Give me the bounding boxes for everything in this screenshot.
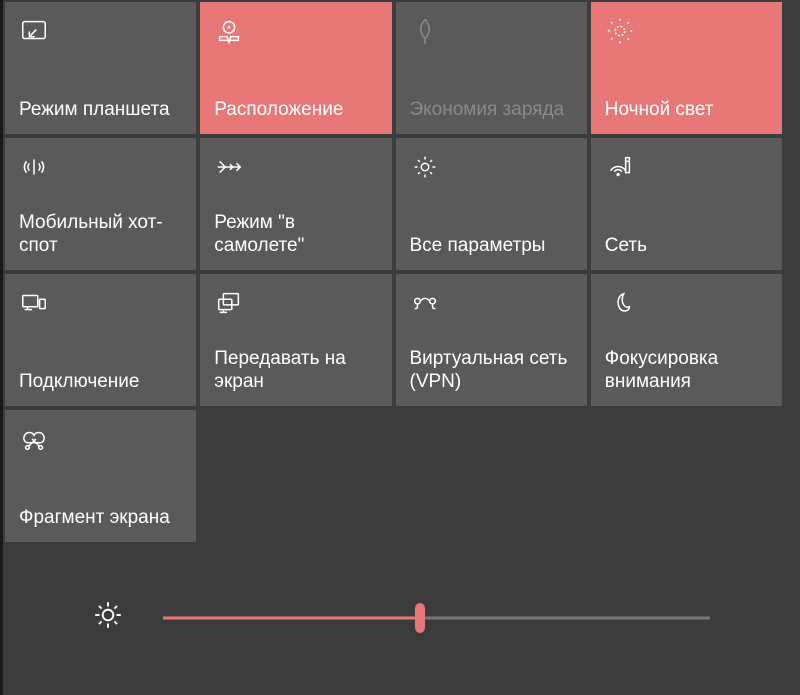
tile-airplane-mode[interactable]: Режим "в самолете" bbox=[200, 138, 391, 270]
tablet-icon bbox=[19, 14, 53, 48]
tile-label: Режим "в самолете" bbox=[214, 211, 377, 259]
airplane-icon bbox=[214, 150, 248, 184]
brightness-slider[interactable] bbox=[163, 606, 710, 630]
connect-icon bbox=[19, 286, 53, 320]
tile-battery-saver[interactable]: Экономия заряда bbox=[396, 2, 587, 134]
tile-night-light[interactable]: Ночной свет bbox=[591, 2, 782, 134]
tile-project[interactable]: Передавать на экран bbox=[200, 274, 391, 406]
tile-screen-snip[interactable]: Фрагмент экрана bbox=[5, 410, 196, 542]
location-icon bbox=[214, 14, 248, 48]
vpn-icon bbox=[410, 286, 444, 320]
tile-label: Фрагмент экрана bbox=[19, 506, 182, 530]
tile-label: Расположение bbox=[214, 98, 377, 122]
action-center-panel: Режим планшета Расположение Экономия зар… bbox=[0, 0, 800, 695]
leaf-icon bbox=[410, 14, 444, 48]
tile-label: Подключение bbox=[19, 370, 182, 394]
tile-location[interactable]: Расположение bbox=[200, 2, 391, 134]
tile-label: Ночной свет bbox=[605, 98, 768, 122]
tile-label: Передавать на экран bbox=[214, 347, 377, 395]
night-light-icon bbox=[605, 14, 639, 48]
quick-action-grid: Режим планшета Расположение Экономия зар… bbox=[5, 2, 782, 542]
tile-all-settings[interactable]: Все параметры bbox=[396, 138, 587, 270]
brightness-row bbox=[3, 598, 800, 637]
hotspot-icon bbox=[19, 150, 53, 184]
tile-connect[interactable]: Подключение bbox=[5, 274, 196, 406]
tile-vpn[interactable]: Виртуальная сеть (VPN) bbox=[396, 274, 587, 406]
slider-thumb[interactable] bbox=[415, 603, 425, 633]
slider-fill bbox=[163, 616, 420, 619]
tile-tablet-mode[interactable]: Режим планшета bbox=[5, 2, 196, 134]
tile-network[interactable]: Сеть bbox=[591, 138, 782, 270]
tile-label: Все параметры bbox=[410, 234, 573, 258]
wifi-icon bbox=[605, 150, 639, 184]
brightness-icon bbox=[91, 598, 125, 637]
tile-label: Виртуальная сеть (VPN) bbox=[410, 347, 573, 395]
tile-label: Мобильный хот-спот bbox=[19, 211, 182, 259]
tile-label: Режим планшета bbox=[19, 98, 182, 122]
tile-label: Сеть bbox=[605, 234, 768, 258]
tile-mobile-hotspot[interactable]: Мобильный хот-спот bbox=[5, 138, 196, 270]
tile-label: Фокусировка внимания bbox=[605, 347, 768, 395]
tile-focus-assist[interactable]: Фокусировка внимания bbox=[591, 274, 782, 406]
project-icon bbox=[214, 286, 248, 320]
moon-icon bbox=[605, 286, 639, 320]
tile-label: Экономия заряда bbox=[410, 98, 573, 122]
snip-icon bbox=[19, 422, 53, 456]
gear-icon bbox=[410, 150, 444, 184]
